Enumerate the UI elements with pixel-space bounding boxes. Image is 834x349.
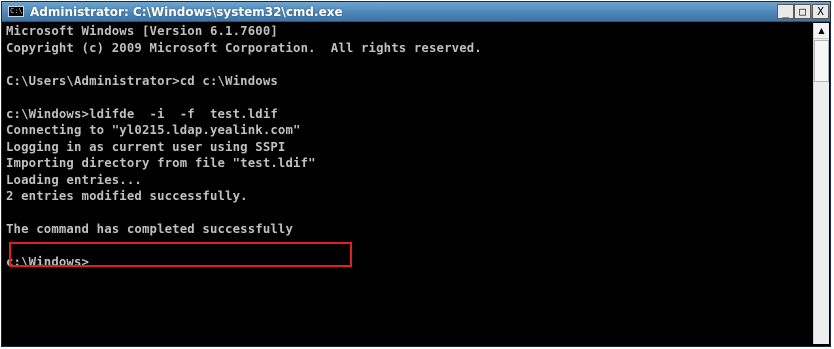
console-line: Microsoft Windows [Version 6.1.7600] xyxy=(6,24,278,38)
console-line: c:\Windows>ldifde -i -f test.ldif xyxy=(6,106,278,121)
console-line: C:\Users\Administrator>cd c:\Windows xyxy=(6,73,278,88)
close-button[interactable]: X xyxy=(812,4,829,19)
scrollbar-thumb[interactable] xyxy=(814,40,829,82)
cmd-window: C:\ Administrator: C:\Windows\system32\c… xyxy=(1,1,831,347)
cmd-console-icon[interactable]: C:\ xyxy=(8,6,24,17)
minimize-button[interactable]: _ xyxy=(777,4,794,19)
console-line: Logging in as current user using SSPI xyxy=(6,139,286,154)
console-line: Copyright (c) 2009 Microsoft Corporation… xyxy=(6,40,482,55)
window-title: Administrator: C:\Windows\system32\cmd.e… xyxy=(30,5,343,19)
scroll-up-arrow-icon[interactable]: ▲ xyxy=(814,23,829,39)
highlighted-console-line: 2 entries modified successfully. xyxy=(6,189,248,203)
console-line: Importing directory from file "test.ldif… xyxy=(6,156,316,170)
maximize-button[interactable]: □ xyxy=(794,4,811,19)
title-bar[interactable]: C:\ Administrator: C:\Windows\system32\c… xyxy=(2,2,830,22)
console-output[interactable]: Microsoft Windows [Version 6.1.7600] Cop… xyxy=(6,23,812,344)
console-line: Loading entries... xyxy=(6,172,142,187)
console-line: Connecting to "yl0215.ldap.yealink.com" xyxy=(6,123,301,137)
caption-buttons: _ □ X xyxy=(777,4,829,20)
vertical-scrollbar[interactable]: ▲ xyxy=(813,23,829,344)
highlight-annotation-box xyxy=(9,242,352,267)
console-line: The command has completed successfully xyxy=(6,222,294,236)
